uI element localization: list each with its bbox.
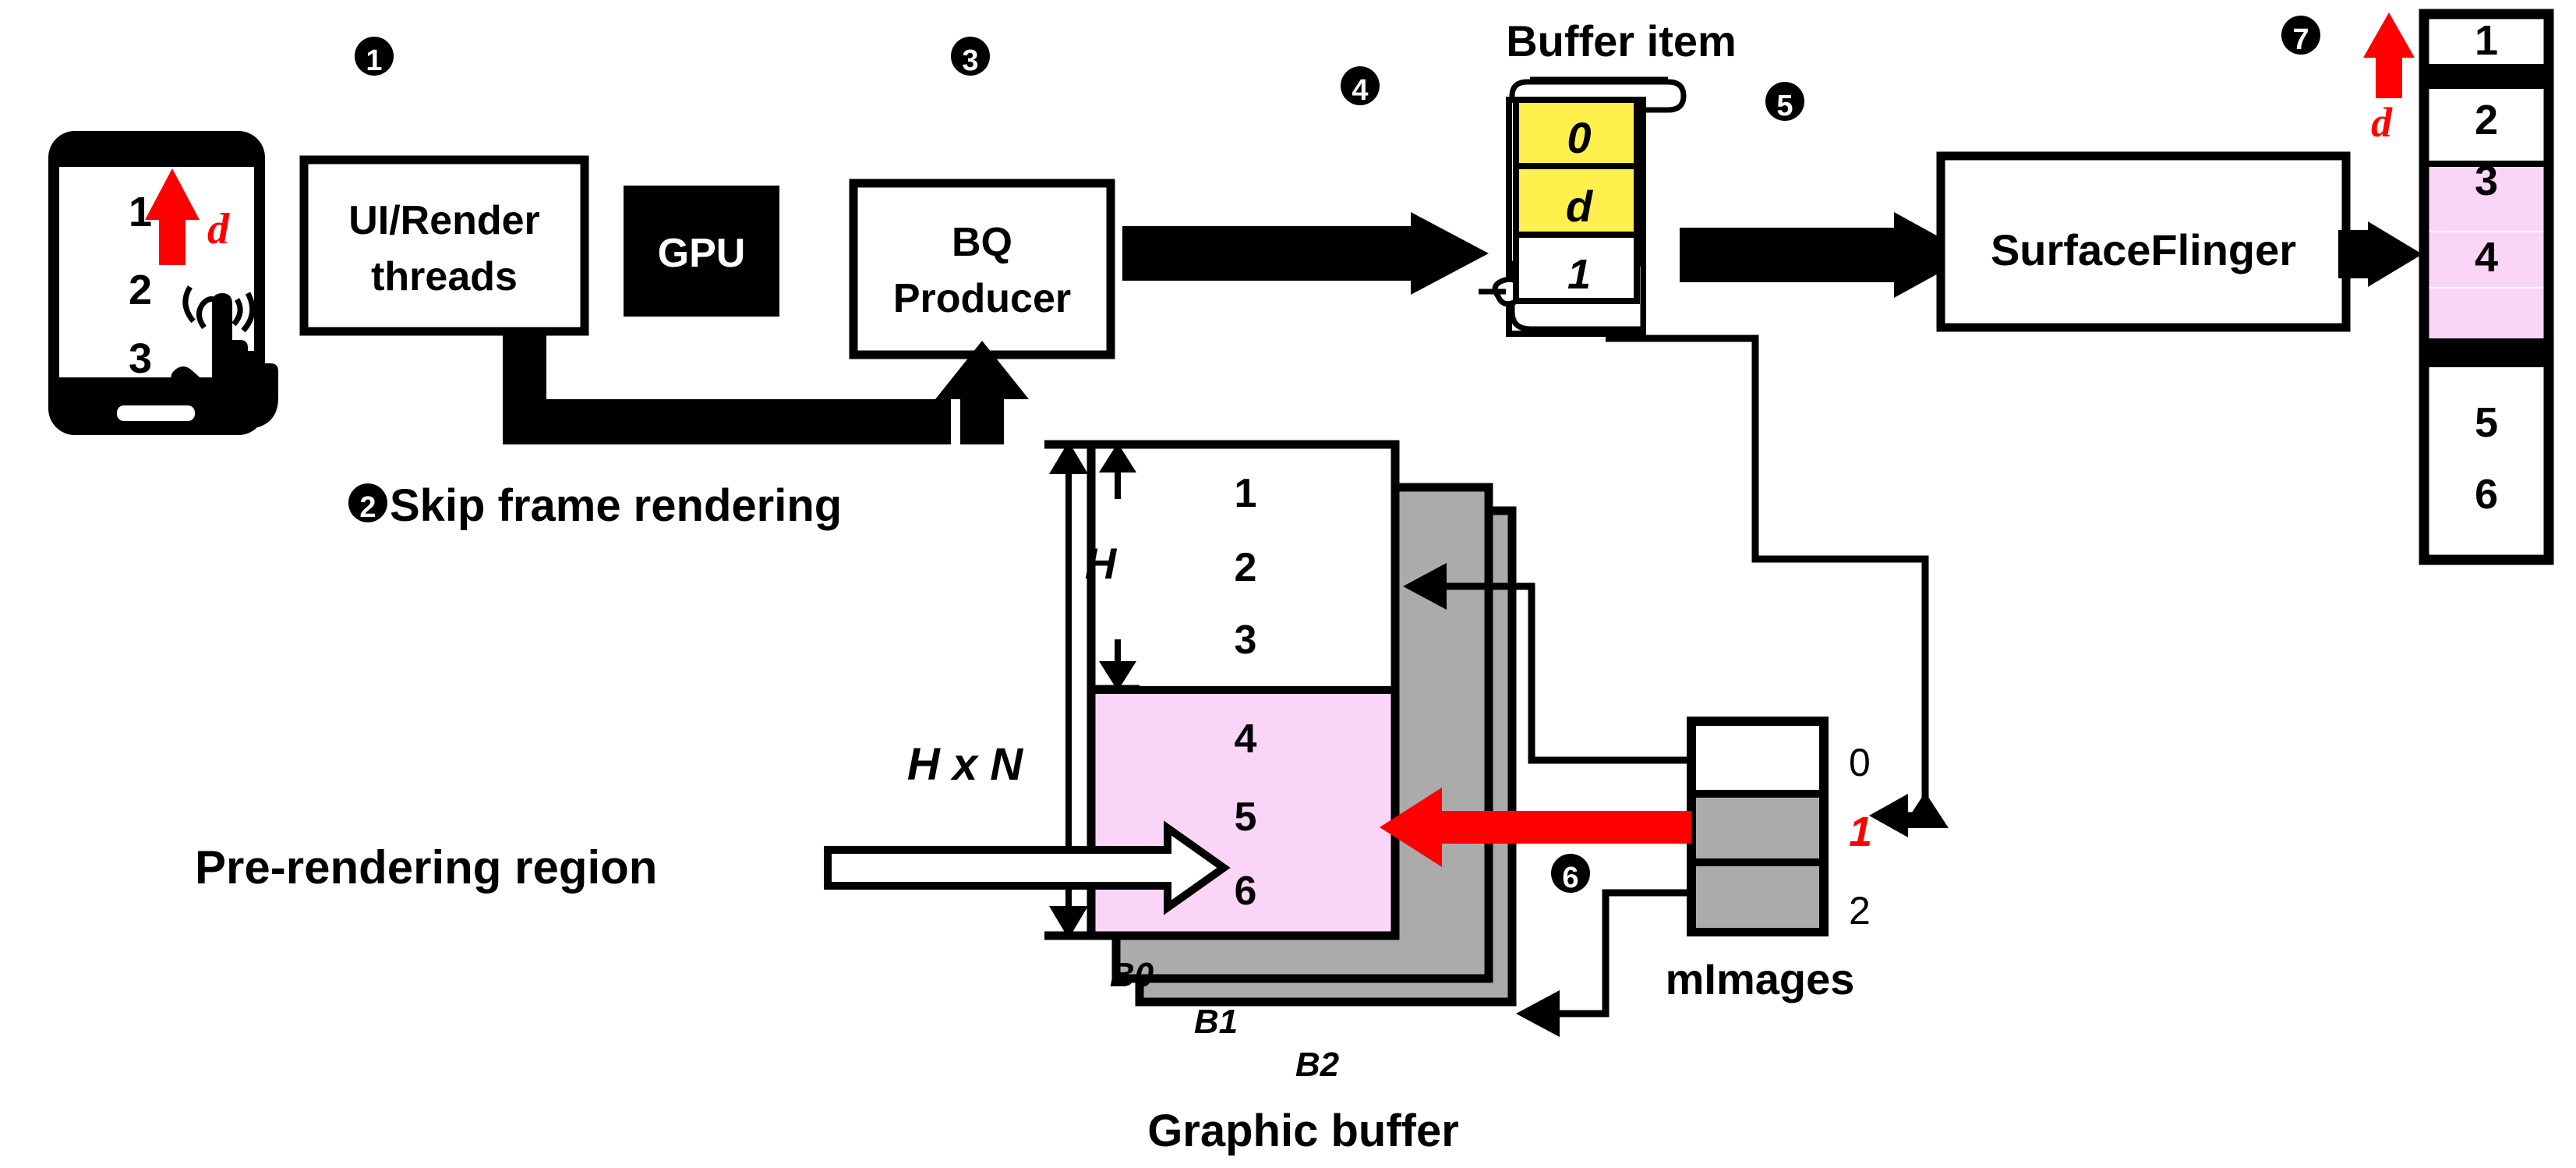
buffer-item-cell-2-value: 1 <box>1567 251 1591 298</box>
graphic-buffer-row-5: 5 <box>1235 795 1257 840</box>
mimages-2-connector-arrowhead <box>1516 990 1560 1037</box>
mimages-index-1: 1 <box>1849 809 1872 855</box>
surfaceflinger-label: SurfaceFlinger <box>1991 225 2296 274</box>
bq-producer-label-line1: BQ <box>952 220 1012 265</box>
diagram-canvas: 1 2 3 d 1 UI/Render threads GPU 3 BQ Pro… <box>0 0 2576 1168</box>
display-row-5: 5 <box>2475 399 2498 446</box>
graphic-buffer-row-1: 1 <box>1235 471 1257 516</box>
mimages-index-2: 2 <box>1849 889 1871 933</box>
buffer-item-cell-0-value: 0 <box>1567 113 1591 162</box>
step-4-arrow <box>1122 212 1489 295</box>
dimension-h-label: H <box>1085 539 1118 588</box>
gpu-label: GPU <box>658 231 746 276</box>
display-row-3: 3 <box>2475 158 2498 204</box>
step-6-number: 6 <box>1562 862 1578 894</box>
connector-arrowhead-to-mimages <box>1869 794 1908 837</box>
phone-row-1: 1 <box>129 189 152 235</box>
phone-row-3: 3 <box>129 335 152 382</box>
step-5-arrow <box>1680 212 1972 298</box>
graphic-buffer-label-b0: B0 <box>1110 956 1154 994</box>
mimages-title: mImages <box>1666 954 1855 1003</box>
graphic-buffer-row-6: 6 <box>1235 869 1257 914</box>
mimages-table <box>1687 717 1829 936</box>
bq-producer-label-line2: Producer <box>893 276 1071 321</box>
step-1-number: 1 <box>366 44 382 77</box>
graphic-buffer-title: Graphic buffer <box>1147 1106 1459 1156</box>
skip-frame-rendering-label: Skip frame rendering <box>390 480 842 531</box>
step-5-number: 5 <box>1776 90 1793 122</box>
display-row-1: 1 <box>2475 17 2498 64</box>
display-scroll-arrow-icon <box>2363 12 2415 98</box>
bq-producer-box <box>849 179 1115 359</box>
graphic-buffer-label-b2: B2 <box>1295 1046 1340 1084</box>
display-delta-label: d <box>2371 99 2393 146</box>
step-2-number: 2 <box>359 491 376 524</box>
buffer-item-cell-1-value: d <box>1566 182 1594 231</box>
display-row-4: 4 <box>2475 234 2498 281</box>
display-row-6: 6 <box>2475 471 2498 518</box>
step-4-number: 4 <box>1352 74 1368 107</box>
dimension-hxn-label: H x N <box>907 739 1023 790</box>
display-row-2: 2 <box>2475 97 2498 143</box>
step-6-red-arrow <box>1380 788 1691 867</box>
pre-rendering-region-label: Pre-rendering region <box>195 841 657 894</box>
ui-render-threads-box <box>299 155 589 336</box>
graphic-buffer-row-4: 4 <box>1235 717 1257 762</box>
ui-render-threads-label-line1: UI/Render <box>348 198 540 243</box>
pre-rendering-region-arrow <box>824 820 1231 915</box>
graphic-buffer-label-b1: B1 <box>1194 1003 1238 1041</box>
mimages-index-0: 0 <box>1849 741 1871 784</box>
step-3-number: 3 <box>962 44 978 77</box>
step-7-number: 7 <box>2292 23 2309 56</box>
graphic-buffer-row-3: 3 <box>1235 618 1257 663</box>
ui-render-threads-label-line2: threads <box>371 254 518 299</box>
phone-delta-label: d <box>207 205 230 253</box>
phone-row-2: 2 <box>129 267 152 313</box>
graphic-buffer-row-2: 2 <box>1235 545 1257 590</box>
surfaceflinger-to-display-arrow <box>2338 221 2422 287</box>
buffer-item-title: Buffer item <box>1506 16 1737 65</box>
